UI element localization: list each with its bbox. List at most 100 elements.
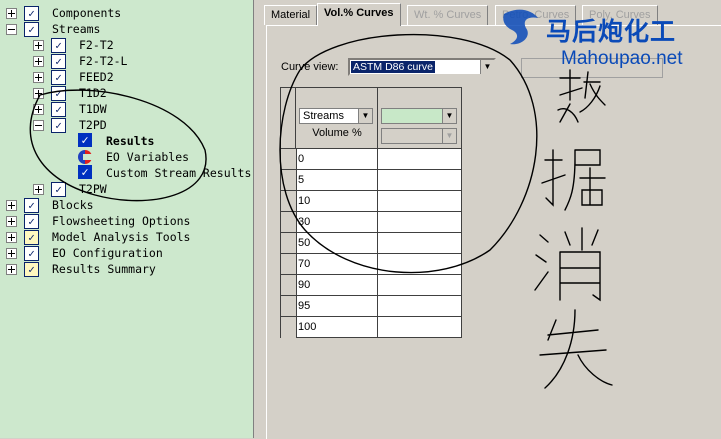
units-select[interactable]: ▼ [381, 128, 457, 144]
dragon-icon [503, 9, 538, 45]
table-row[interactable]: 95 [281, 295, 461, 317]
check-icon: ✓ [51, 86, 66, 101]
tree-item-t1dw[interactable]: ✓ T1DW [0, 101, 253, 117]
check-icon: ✓ [24, 198, 39, 213]
expand-icon[interactable] [6, 248, 17, 259]
tree-item-t1d2[interactable]: ✓ T1D2 [0, 85, 253, 101]
tree-item-feed2[interactable]: ✓ FEED2 [0, 69, 253, 85]
tree-item-label: F2-T2 [79, 38, 114, 52]
stream-column-select[interactable]: ▼ [381, 108, 457, 124]
tree-item-label: T2PW [79, 182, 107, 196]
incomplete-check-icon: ✓ [24, 262, 39, 277]
collapse-icon[interactable] [6, 24, 17, 35]
check-icon: ✓ [51, 182, 66, 197]
tree-item-label: T1D2 [79, 86, 107, 100]
tree-item-t2pd[interactable]: ✓ T2PD [0, 117, 253, 133]
row-header[interactable] [281, 212, 297, 233]
tree-item-label: Flowsheeting Options [52, 214, 191, 228]
row-volume-value: 70 [298, 258, 311, 270]
tree-item-components[interactable]: ✓ Components [0, 5, 253, 21]
tree-item-label: FEED2 [79, 70, 114, 84]
row-header[interactable] [281, 149, 297, 170]
expand-icon[interactable] [6, 200, 17, 211]
table-row[interactable]: 70 [281, 253, 461, 275]
table-row[interactable]: 90 [281, 274, 461, 296]
expand-icon[interactable] [33, 184, 44, 195]
check-icon: ✓ [24, 246, 39, 261]
row-header[interactable] [281, 296, 297, 317]
streams-select-value: Streams [303, 110, 344, 122]
table-row[interactable]: 10 [281, 190, 461, 212]
tree-item-flowsheeting-options[interactable]: ✓ Flowsheeting Options [0, 213, 253, 229]
check-icon: ✓ [24, 22, 39, 37]
tree-item-results[interactable]: ✓ Results [0, 133, 253, 149]
check-icon: ✓ [51, 54, 66, 69]
blue-check-icon: ✓ [78, 133, 92, 147]
tab-label: Material [271, 9, 311, 21]
expand-icon[interactable] [6, 232, 17, 243]
check-icon: ✓ [24, 6, 39, 21]
chevron-down-icon[interactable]: ▼ [480, 60, 494, 74]
row-volume-value: 5 [298, 174, 305, 186]
tree-item-label: T2PD [79, 118, 107, 132]
curve-view-select[interactable]: ASTM D86 curve ▼ [348, 58, 496, 76]
tree-item-label: F2-T2-L [79, 54, 128, 68]
chevron-down-icon[interactable]: ▼ [358, 109, 372, 123]
grid-corner [281, 88, 296, 148]
tree-item-f2-t2[interactable]: ✓ F2-T2 [0, 37, 253, 53]
column-divider [377, 88, 378, 337]
expand-icon[interactable] [33, 56, 44, 67]
expand-icon[interactable] [33, 104, 44, 115]
tab-label: Vol.% Curves [324, 7, 394, 19]
expand-icon[interactable] [33, 40, 44, 51]
check-icon: ✓ [24, 214, 39, 229]
row-header[interactable] [281, 275, 297, 296]
tree-item-t2pw[interactable]: ✓ T2PW [0, 181, 253, 197]
row-volume-value: 10 [298, 195, 311, 207]
expand-icon[interactable] [6, 216, 17, 227]
row-volume-value: 100 [298, 321, 317, 333]
tab-vol-curves[interactable]: Vol.% Curves [317, 3, 401, 26]
chevron-down-icon: ▼ [442, 129, 456, 143]
row-header[interactable] [281, 191, 297, 212]
expand-icon[interactable] [6, 264, 17, 275]
tree-item-label: Blocks [52, 198, 94, 212]
tab-wt-curves[interactable]: Wt. % Curves [407, 5, 489, 25]
tree-item-eo-variables[interactable]: EO Variables [0, 149, 253, 165]
row-header[interactable] [281, 233, 297, 254]
row-volume-value: 50 [298, 237, 311, 249]
expand-icon[interactable] [33, 88, 44, 99]
streams-select[interactable]: Streams ▼ [299, 108, 373, 124]
row-header[interactable] [281, 254, 297, 275]
expand-icon[interactable] [6, 8, 17, 19]
tree-item-label: Results Summary [52, 262, 156, 276]
eo-variables-icon [78, 150, 92, 164]
tree-item-f2-t2-l[interactable]: ✓ F2-T2-L [0, 53, 253, 69]
tree-item-model-analysis-tools[interactable]: ✓ Model Analysis Tools [0, 229, 253, 245]
table-row[interactable]: 100 [281, 316, 461, 338]
check-icon: ✓ [51, 118, 66, 133]
collapse-icon[interactable] [33, 120, 44, 131]
tree-item-eo-configuration[interactable]: ✓ EO Configuration [0, 245, 253, 261]
chevron-down-icon[interactable]: ▼ [442, 109, 456, 123]
table-row[interactable]: 50 [281, 232, 461, 254]
check-icon: ✓ [51, 70, 66, 85]
navigation-tree[interactable]: ✓ Components ✓ Streams ✓ F2-T2 ✓ F2-T2-L ✓ FEED2 ✓… [0, 0, 253, 438]
table-row[interactable]: 5 [281, 169, 461, 191]
row-header[interactable] [281, 170, 297, 191]
tree-item-label: Components [52, 6, 122, 20]
row-volume-value: 30 [298, 216, 311, 228]
tab-material[interactable]: Material [264, 5, 318, 25]
incomplete-check-icon: ✓ [24, 230, 39, 245]
tree-item-label: Custom Stream Results [106, 166, 252, 180]
tree-item-blocks[interactable]: ✓ Blocks [0, 197, 253, 213]
tree-item-results-summary[interactable]: ✓ Results Summary [0, 261, 253, 277]
row-volume-value: 90 [298, 279, 311, 291]
curve-grid[interactable]: Streams ▼ Volume % ▼ ▼ 0 5 10 30 50 70 90 95 100 [280, 87, 462, 338]
table-row[interactable]: 0 [281, 148, 461, 170]
row-header[interactable] [281, 317, 297, 338]
expand-icon[interactable] [33, 72, 44, 83]
tree-item-streams[interactable]: ✓ Streams [0, 21, 253, 37]
tree-item-custom-stream-results[interactable]: ✓ Custom Stream Results [0, 165, 253, 181]
table-row[interactable]: 30 [281, 211, 461, 233]
